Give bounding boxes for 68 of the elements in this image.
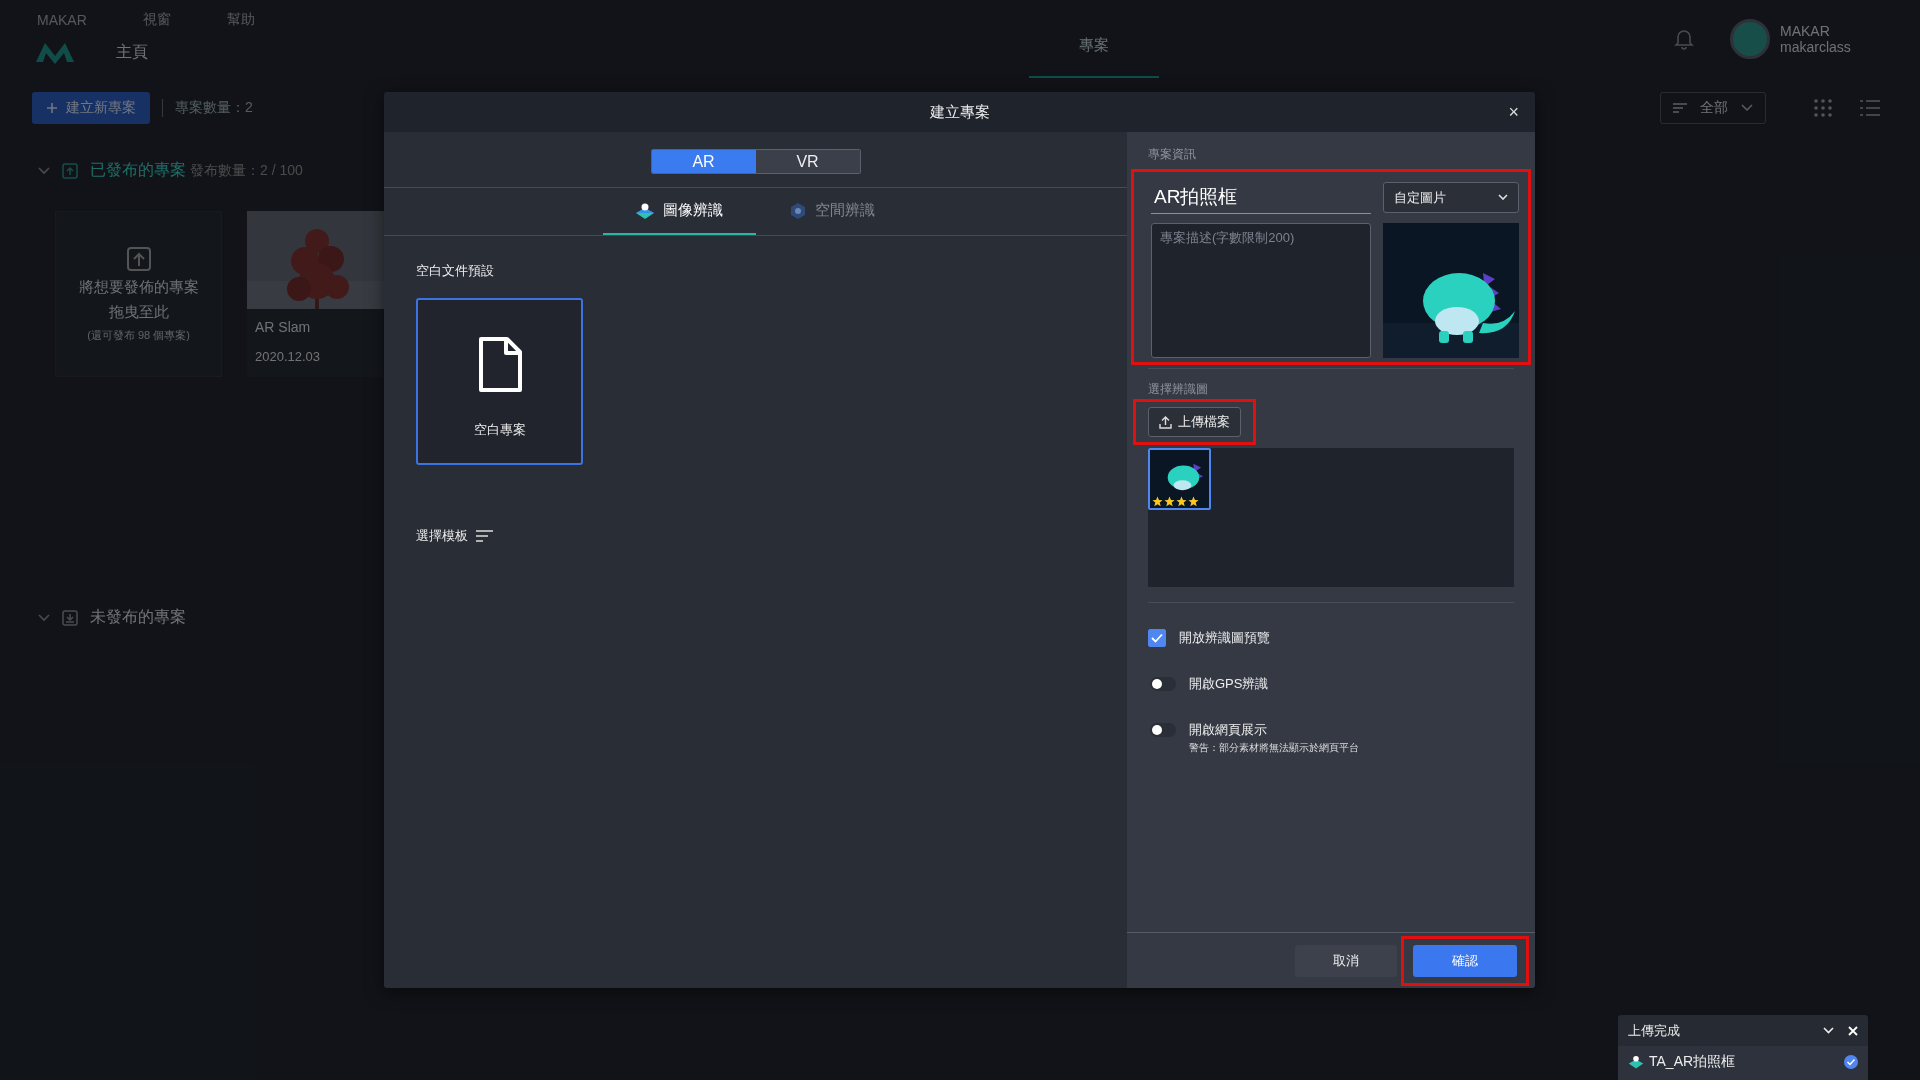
description-field[interactable]: 專案描述(字數限制200)	[1151, 223, 1371, 358]
close-button[interactable]: ×	[1504, 100, 1523, 124]
check-icon	[1151, 633, 1163, 643]
confirm-button[interactable]: 確認	[1413, 944, 1517, 977]
section-label: 專案資訊	[1147, 146, 1197, 163]
section-title: 已發布的專案	[90, 160, 186, 180]
drop-text: 拖曳至此	[108, 302, 169, 322]
image-target-icon	[1628, 1054, 1644, 1070]
home-link[interactable]: 主頁	[116, 41, 148, 63]
blank-project-card[interactable]: 空白專案	[416, 298, 583, 465]
filter-icon	[1673, 103, 1687, 113]
section-title: 空白文件預設	[416, 262, 494, 280]
upload-button[interactable]: 上傳檔案	[1148, 407, 1241, 437]
dropdown-value: 自定圖片	[1394, 188, 1446, 207]
star-icon	[1188, 496, 1199, 507]
option-label: 開啟網頁展示	[1189, 721, 1268, 739]
section-label: 選擇辨識圖	[1147, 381, 1209, 398]
star-icon	[1176, 496, 1187, 507]
star-icon	[1164, 496, 1175, 507]
mode-tab[interactable]: VR	[755, 150, 860, 173]
star-icon	[1152, 496, 1163, 507]
cancel-button[interactable]: 取消	[1295, 944, 1397, 977]
caret-icon	[1498, 194, 1508, 201]
recognition-tab[interactable]: 圖像辨識	[602, 188, 756, 235]
toggle-switch[interactable]	[1150, 677, 1176, 691]
recognition-tab[interactable]: 空間辨識	[755, 188, 909, 235]
bell-icon[interactable]	[1674, 28, 1694, 50]
dialog-title: 建立專案	[929, 102, 990, 122]
close-icon[interactable]	[1848, 1025, 1858, 1036]
drop-note: (還可發布 98 個專案)	[87, 327, 190, 343]
section-title: 選擇模板	[416, 527, 468, 545]
upload-icon	[1159, 415, 1172, 429]
menu-item[interactable]: MAKAR	[37, 12, 87, 28]
option-label: 開放辨識圖預覽	[1179, 629, 1270, 647]
project-count: 專案數量：2	[175, 99, 253, 117]
section-title: 未發布的專案	[90, 607, 186, 627]
filter-label: 全部	[1700, 99, 1728, 117]
plus-icon	[46, 102, 58, 114]
menu-item[interactable]: 視窗	[142, 11, 171, 29]
download-box-icon	[62, 609, 78, 626]
grid-view-icon[interactable]	[1814, 99, 1832, 117]
user-account: makarclass	[1780, 39, 1852, 55]
filter-dropdown[interactable]: 全部	[1660, 92, 1766, 124]
checkbox[interactable]	[1148, 629, 1166, 647]
upload-box-icon	[62, 162, 78, 179]
panel-title: 上傳完成	[1628, 1021, 1681, 1040]
sort-icon[interactable]	[476, 530, 493, 542]
warning-text: 警告：部分素材將無法顯示於網頁平台	[1189, 741, 1359, 755]
hexagon-icon	[789, 201, 807, 220]
project-date: 2020.12.03	[254, 348, 322, 364]
project-title: AR Slam	[254, 318, 312, 335]
upload-icon	[125, 245, 152, 272]
toggle-switch[interactable]	[1150, 723, 1176, 737]
menu-item[interactable]: 幫助	[226, 11, 255, 29]
file-name: TA_AR拍照框	[1649, 1053, 1737, 1071]
avatar[interactable]	[1730, 19, 1770, 59]
new-project-button[interactable]: 建立新專案	[32, 92, 150, 124]
drop-zone[interactable]: 將想要發佈的專案 拖曳至此 (還可發布 98 個專案)	[55, 211, 222, 377]
nav-tab[interactable]: 專案	[1028, 0, 1159, 78]
target-thumbnail[interactable]	[1148, 448, 1211, 510]
option-label: 開啟GPS辨識	[1189, 675, 1269, 693]
user-name: MAKAR	[1780, 23, 1831, 39]
caret-icon	[1741, 104, 1753, 112]
project-name-field[interactable]: AR拍照框	[1151, 180, 1371, 214]
mode-tab[interactable]: AR	[651, 150, 756, 173]
file-icon	[476, 336, 523, 393]
cover-dropdown[interactable]: 自定圖片	[1383, 182, 1519, 213]
drop-text: 將想要發佈的專案	[78, 277, 199, 297]
